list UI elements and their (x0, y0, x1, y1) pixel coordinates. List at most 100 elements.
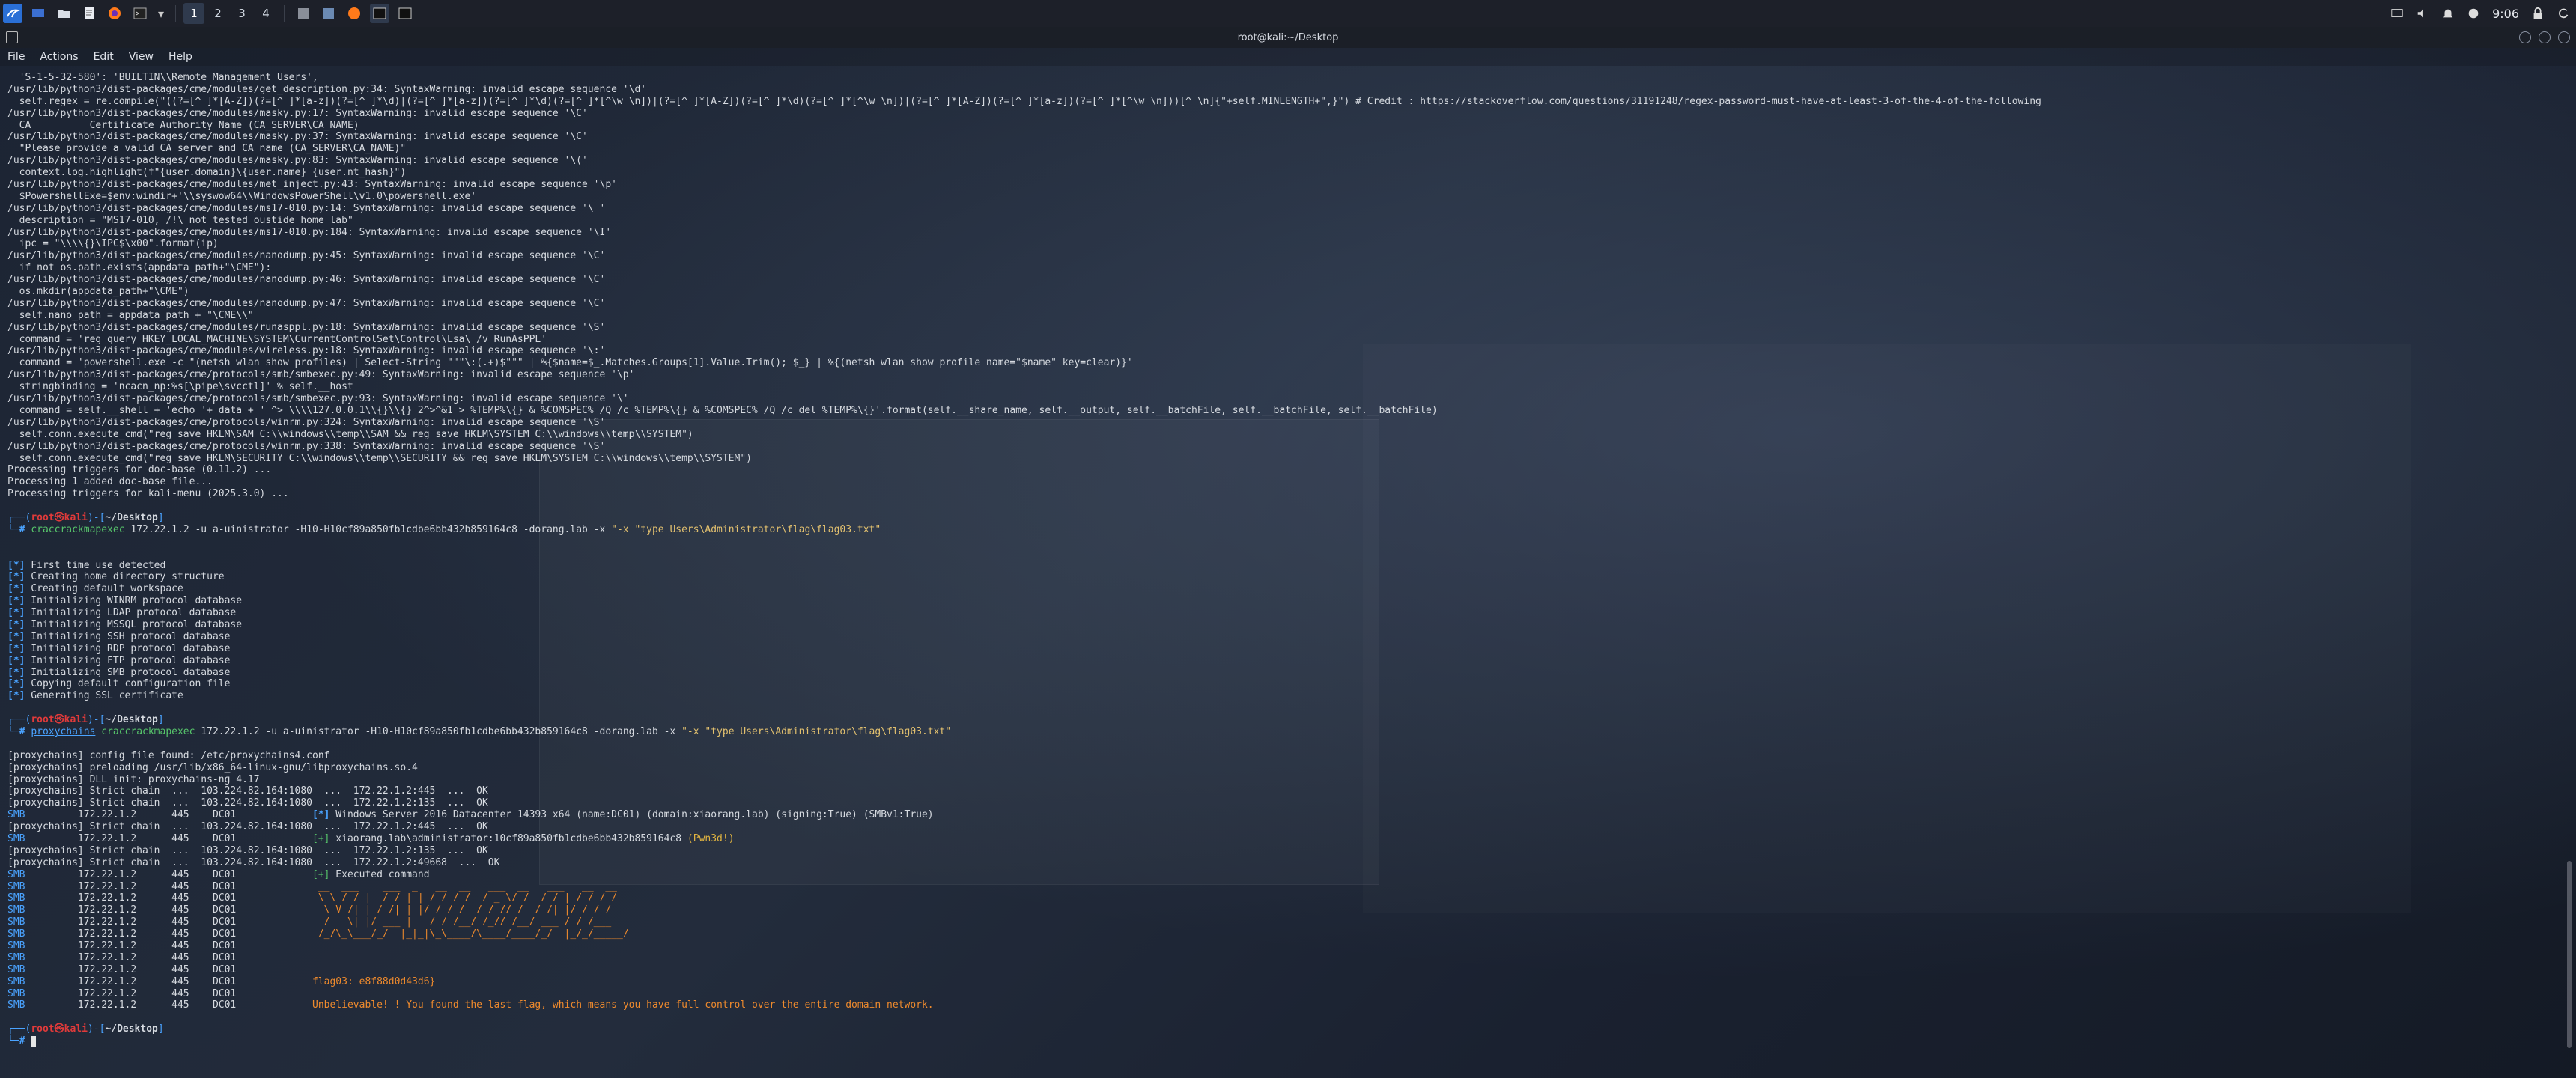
minimize-button[interactable] (2519, 31, 2531, 43)
text-editor-icon[interactable] (79, 4, 99, 23)
clock[interactable]: 9:06 (2492, 7, 2519, 21)
terminal-line: /usr/lib/python3/dist-packages/cme/modul… (7, 179, 2569, 191)
protocol-tag: SMB (7, 809, 25, 821)
terminal-line: /usr/lib/python3/dist-packages/cme/modul… (7, 250, 2569, 262)
output-text: Processing triggers for kali-menu (2025.… (7, 488, 289, 500)
terminal-line: "Please provide a valid CA server and CA… (7, 143, 2569, 155)
menu-edit[interactable]: Edit (86, 51, 121, 63)
output-text: Creating home directory structure (25, 571, 225, 583)
desktop-icon[interactable] (28, 4, 48, 23)
terminal-icon[interactable] (130, 4, 150, 23)
terminal-line: [*] Initializing WINRM protocol database (7, 595, 2569, 607)
status-marker: [*] (7, 642, 25, 654)
output-text: description = "MS17-010, /!\ not tested … (7, 214, 353, 226)
terminal-line: [*] Initializing SSH protocol database (7, 631, 2569, 643)
status-marker: [*] (7, 678, 25, 690)
flag-output: flag03: e8f88d0d43d6} (312, 975, 436, 987)
terminal-line: /usr/lib/python3/dist-packages/cme/modul… (7, 345, 2569, 357)
window-titlebar[interactable]: root@kali:~/Desktop (0, 27, 2576, 48)
protocol-tag: SMB (7, 833, 25, 844)
chevron-down-icon[interactable]: ▾ (156, 4, 166, 23)
menu-file[interactable]: File (0, 51, 32, 63)
output-text: Generating SSL certificate (25, 690, 183, 702)
protocol-tag: SMB (7, 987, 25, 999)
protocol-tag: SMB (7, 916, 25, 928)
success-marker: [+] (312, 833, 330, 844)
workspace-4[interactable]: 4 (255, 3, 276, 24)
taskbar-terminal-icon[interactable] (395, 4, 415, 23)
terminal-line: └─# (7, 1035, 2569, 1047)
bell-icon[interactable] (2439, 4, 2457, 22)
folder-icon[interactable] (54, 4, 73, 23)
prompt-symbol: └─# (7, 1035, 31, 1047)
terminal-scrollbar[interactable] (2567, 861, 2572, 1048)
terminal-line: /usr/lib/python3/dist-packages/cme/modul… (7, 131, 2569, 143)
taskbar-terminal-icon[interactable] (370, 4, 389, 23)
terminal-line: [proxychains] Strict chain ... 103.224.8… (7, 857, 2569, 869)
output-text: /usr/lib/python3/dist-packages/cme/modul… (7, 131, 588, 143)
output-text: self.regex = re.compile("((?=[^ ]*[A-Z])… (7, 95, 2041, 107)
flag-output: __ ___ ___ _ __ __ ___ __ ___ __ __ (312, 880, 617, 892)
terminal-line: SMB 172.22.1.2 445 DC01 [*] Windows Serv… (7, 809, 2569, 821)
output-text: command = self.__shell + 'echo '+ data +… (7, 404, 1438, 416)
terminal-line: [*] Initializing SMB protocol database (7, 667, 2569, 679)
output-text: 172.22.1.2 445 DC01 (25, 951, 312, 963)
kali-menu-icon[interactable] (3, 4, 22, 23)
output-text: /usr/lib/python3/dist-packages/cme/modul… (7, 83, 647, 95)
terminal-line: command = self.__shell + 'echo '+ data +… (7, 405, 2569, 417)
flag-output: /_/\_\___/_/ |_|_|\_\____/\____/____/_/ … (312, 928, 629, 940)
flag-output (312, 940, 629, 951)
output-text: 172.22.1.2 445 DC01 (25, 999, 312, 1011)
status-marker: [*] (7, 583, 25, 595)
workspace-3[interactable]: 3 (231, 3, 252, 24)
workspace-1[interactable]: 1 (183, 3, 204, 24)
output-text: [proxychains] DLL init: proxychains-ng 4… (7, 773, 260, 785)
terminal-line: [*] Initializing LDAP protocol database (7, 607, 2569, 619)
lock-icon[interactable] (2529, 4, 2547, 22)
window-title: root@kali:~/Desktop (1237, 31, 1339, 43)
terminal-line: SMB 172.22.1.2 445 DC01 flag03: e8f88d0d… (7, 976, 2569, 988)
output-text: 172.22.1.2 445 DC01 (25, 928, 312, 940)
terminal-output[interactable]: 'S-1-5-32-580': 'BUILTIN\\Remote Managem… (7, 72, 2569, 1068)
display-icon[interactable] (2388, 4, 2406, 22)
terminal-line: /usr/lib/python3/dist-packages/cme/proto… (7, 441, 2569, 453)
close-button[interactable] (2558, 31, 2570, 43)
terminal-line: └─# craccrackmapexec 172.22.1.2 -u a-uin… (7, 524, 2569, 536)
menu-actions[interactable]: Actions (32, 51, 85, 63)
workspace-2[interactable]: 2 (207, 3, 228, 24)
command-name: craccrackmapexec (31, 523, 125, 535)
terminal-line: [proxychains] Strict chain ... 103.224.8… (7, 821, 2569, 833)
terminal-line: SMB 172.22.1.2 445 DC01 [+] Executed com… (7, 869, 2569, 881)
command-args: orang.lab -x (535, 523, 612, 535)
terminal-line: [*] First time use detected (7, 560, 2569, 572)
output-text: [proxychains] config file found: /etc/pr… (7, 749, 330, 761)
terminal-line: SMB 172.22.1.2 445 DC01 / \| |/ ___ | / … (7, 916, 2569, 928)
taskbar-firefox-icon[interactable] (344, 4, 364, 23)
power-indicator-icon[interactable] (2464, 4, 2482, 22)
terminal-line: if not os.path.exists(appdata_path+"\CME… (7, 262, 2569, 274)
taskbar-app-icon[interactable] (319, 4, 338, 23)
menu-help[interactable]: Help (161, 51, 200, 63)
terminal-line: description = "MS17-010, /!\ not tested … (7, 215, 2569, 227)
terminal-line: /usr/lib/python3/dist-packages/cme/proto… (7, 393, 2569, 405)
terminal-line: SMB 172.22.1.2 445 DC01 (7, 964, 2569, 976)
menu-view[interactable]: View (121, 51, 161, 63)
output-text: context.log.highlight(f"{user.domain}\{u… (7, 167, 407, 179)
terminal-line: /usr/lib/python3/dist-packages/cme/modul… (7, 227, 2569, 239)
output-text: Windows Server 2016 Datacenter 14393 x64… (329, 809, 934, 821)
terminal-line: self.conn.execute_cmd("reg save HKLM\SEC… (7, 453, 2569, 465)
protocol-tag: SMB (7, 868, 25, 880)
output-text: Executed command (329, 868, 430, 880)
volume-icon[interactable] (2414, 4, 2431, 22)
terminal-line: [proxychains] config file found: /etc/pr… (7, 750, 2569, 762)
output-text: /usr/lib/python3/dist-packages/cme/proto… (7, 440, 606, 452)
firefox-icon[interactable] (105, 4, 124, 23)
maximize-button[interactable] (2539, 31, 2551, 43)
taskbar-app-icon[interactable] (294, 4, 313, 23)
terminal-line: self.nano_path = appdata_path + "\CME\\" (7, 310, 2569, 322)
terminal-line: Processing 1 added doc-base file... (7, 476, 2569, 488)
refresh-icon[interactable] (2554, 4, 2572, 22)
